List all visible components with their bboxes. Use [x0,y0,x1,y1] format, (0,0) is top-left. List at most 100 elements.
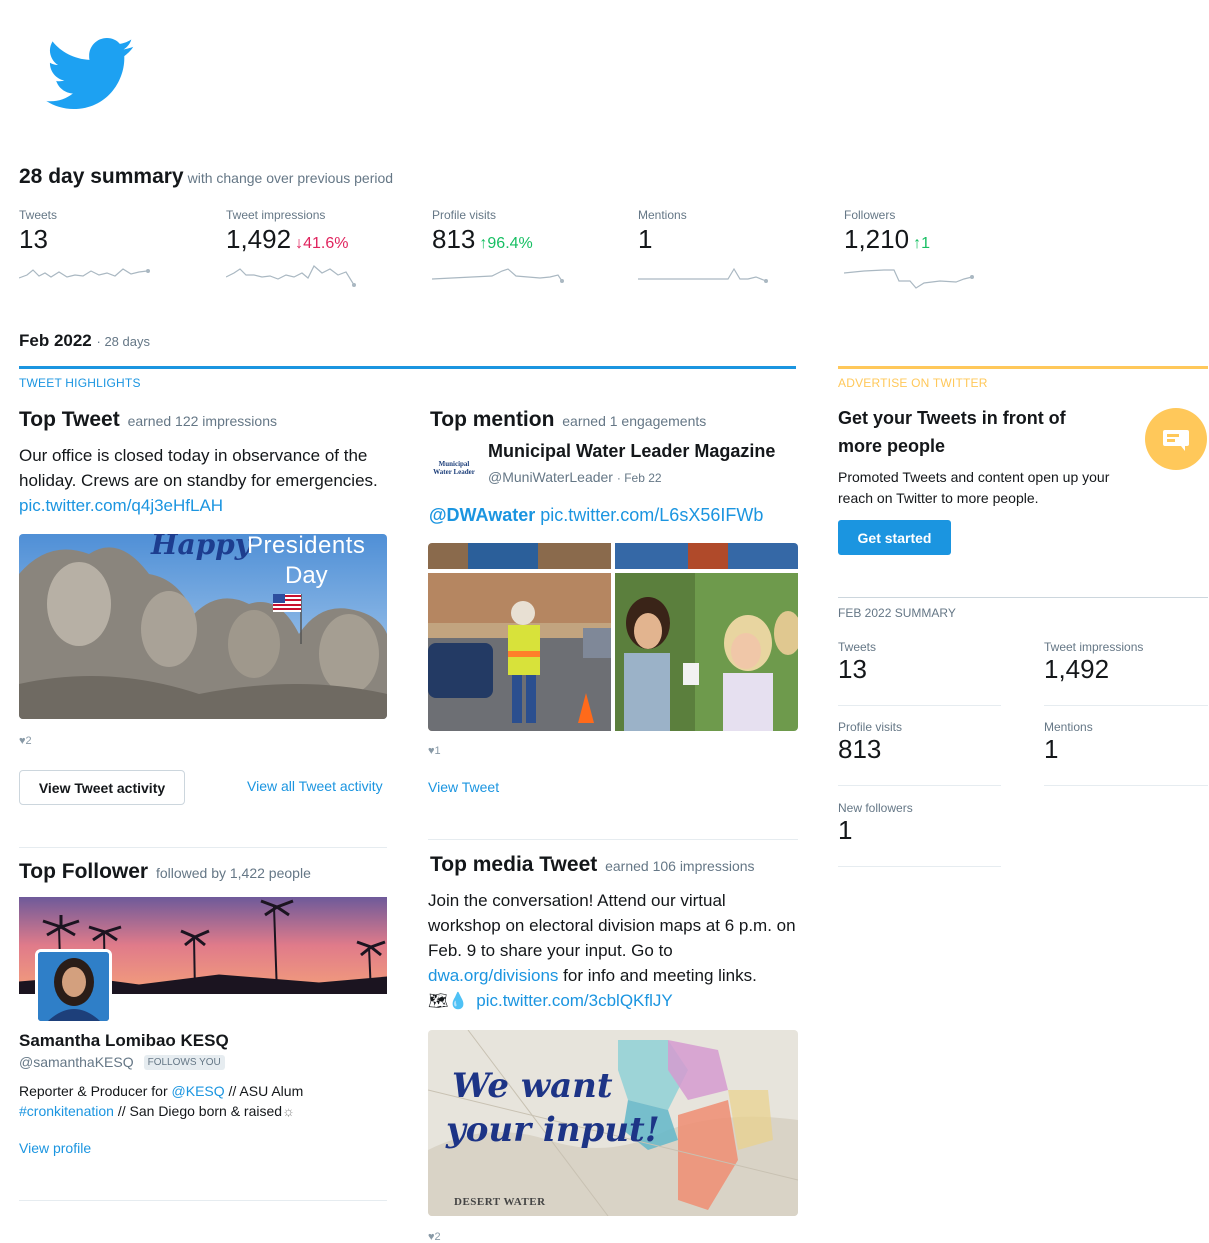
mention-author-name[interactable]: Municipal Water Leader Magazine [488,441,775,462]
stat-followers: Followers 1,210 ↑1 [844,208,1024,289]
follower-name[interactable]: Samantha Lomibao KESQ [19,1031,229,1051]
image-caption-happy: Happy [151,534,252,561]
top-tweet-image[interactable]: Happy Presidents Day [19,534,387,719]
view-all-tweet-activity-link[interactable]: View all Tweet activity [247,778,383,794]
stat-label: Mentions [638,208,687,222]
image-brand: DESERT WATER [454,1196,546,1208]
sparkline-mentions [638,267,768,283]
stat-label: Followers [844,208,896,222]
sun-icon: ☼ [282,1103,295,1119]
change-up-arrow-icon: ↑ [913,235,922,252]
top-media-title: Top media Tweet earned 106 impressions [430,853,755,876]
divider [1044,785,1208,786]
highlights-divider [19,366,796,369]
feb-stat-mentions: Mentions 1 [1044,720,1209,764]
view-tweet-link[interactable]: View Tweet [428,779,499,795]
media-likes: ♥2 [428,1231,441,1243]
stat-value: 1,210 ↑1 [844,224,930,254]
stat-profile-visits: Profile visits 813 ↑96.4% [432,208,612,283]
feb-stat-new-followers: New followers 1 [838,801,1003,845]
stat-label: Mentions [1044,720,1093,734]
change-down-arrow-icon: ↓ [295,235,304,252]
divider [838,705,1001,706]
mention-image[interactable] [428,543,798,731]
period-heading: Feb 2022 · 28 days [19,331,150,350]
top-tweet-title: Top Tweet earned 122 impressions [19,408,277,431]
sparkline-impressions [226,265,356,287]
stat-change: 41.6% [303,235,349,252]
stat-label: New followers [838,801,913,815]
twitter-bird-icon [46,38,134,110]
top-media-text: Join the conversation! Attend our virtua… [428,891,796,1010]
divider [19,1200,387,1201]
stat-label: Profile visits [432,208,497,222]
stat-value: 13 [19,224,48,254]
droplet-icon: 💧 [448,993,469,1010]
divider [19,847,387,848]
follows-you-badge: FOLLOWS YOU [143,1054,225,1070]
stat-label: Profile visits [838,720,903,734]
stat-value: 813 ↑96.4% [432,224,533,254]
stat-value: 1 [638,224,653,254]
follower-bio: Reporter & Producer for @KESQ // ASU Alu… [19,1083,304,1119]
divider [838,597,1208,598]
sparkline-followers [844,269,974,289]
top-tweet-link[interactable]: pic.twitter.com/q4j3eHfLAH [19,496,223,515]
mention-author-handle[interactable]: @MuniWaterLeader [488,469,613,485]
divider [1044,705,1208,706]
mention-author-meta: @MuniWaterLeader · Feb 22 [488,469,662,485]
stat-label: Tweet impressions [226,208,326,222]
divider [838,866,1001,867]
mention-likes: ♥1 [428,745,441,757]
advertise-text: Promoted Tweets and content open up your… [838,469,1110,506]
feb-summary-label: FEB 2022 SUMMARY [838,606,956,620]
follower-handle-row: @samanthaKESQ FOLLOWS YOU [19,1054,225,1070]
divider [428,839,798,840]
stat-tweets: Tweets 13 [19,208,199,279]
media-pic-link[interactable]: pic.twitter.com/3cblQKflJY [476,991,673,1010]
image-caption-your-input: your input! [446,1110,660,1150]
stat-value: 813 [838,734,882,764]
tweet-highlights-label: TWEET HIGHLIGHTS [19,376,141,390]
sparkline-tweets [19,268,150,279]
top-mention-title: Top mention earned 1 engagements [430,408,707,431]
stat-value: 1 [1044,734,1059,764]
follower-handle[interactable]: @samanthaKESQ [19,1054,134,1070]
feb-stat-tweets: Tweets 13 [838,640,1003,684]
top-follower-title: Top Follower followed by 1,422 people [19,860,311,883]
hashtag-link[interactable]: #cronkitenation [19,1103,114,1119]
dwawater-mention-link[interactable]: @DWAwater [429,505,535,525]
promote-icon [1145,408,1207,470]
stat-value: 1 [838,815,853,845]
sparkline-profile-visits [432,268,564,283]
map-icon: 🗺 [428,993,449,1010]
feb-stat-profile-visits: Profile visits 813 [838,720,1003,764]
divider [838,785,1001,786]
stat-impressions: Tweet impressions 1,492 ↓41.6% [226,208,406,287]
stat-label: Tweet impressions [1044,640,1144,654]
stat-label: Tweets [838,640,877,654]
image-caption-presidents: Presidents [247,534,366,559]
view-tweet-activity-button[interactable]: View Tweet activity [19,770,185,805]
mention-avatar[interactable]: Municipal Water Leader [430,448,478,488]
avatar[interactable] [35,949,112,1024]
image-caption-day: Day [285,562,328,589]
stat-value: 13 [838,654,867,684]
divisions-link[interactable]: dwa.org/divisions [428,966,558,985]
top-tweet-likes: ♥2 [19,735,32,747]
advertise-label: ADVERTISE ON TWITTER [838,376,988,390]
stat-mentions: Mentions 1 [638,208,818,283]
mention-pic-link[interactable]: pic.twitter.com/L6sX56IFWb [540,505,763,525]
advertise-heading: Get your Tweets in front of more people [838,408,1066,456]
stat-label: Tweets [19,208,58,222]
stat-change: 96.4% [487,235,533,252]
get-started-button[interactable]: Get started [838,520,951,555]
summary-title: 28 day summary with change over previous … [19,165,394,188]
stat-change: 1 [921,235,930,252]
view-profile-link[interactable]: View profile [19,1140,91,1156]
top-media-image[interactable]: We want your input! DESERT WATER [428,1030,798,1216]
image-caption-we-want: We want [452,1066,613,1106]
stat-value: 1,492 [1044,654,1110,684]
mention-text: @DWAwater pic.twitter.com/L6sX56IFWb [429,505,763,526]
kesq-mention-link[interactable]: @KESQ [172,1083,225,1099]
